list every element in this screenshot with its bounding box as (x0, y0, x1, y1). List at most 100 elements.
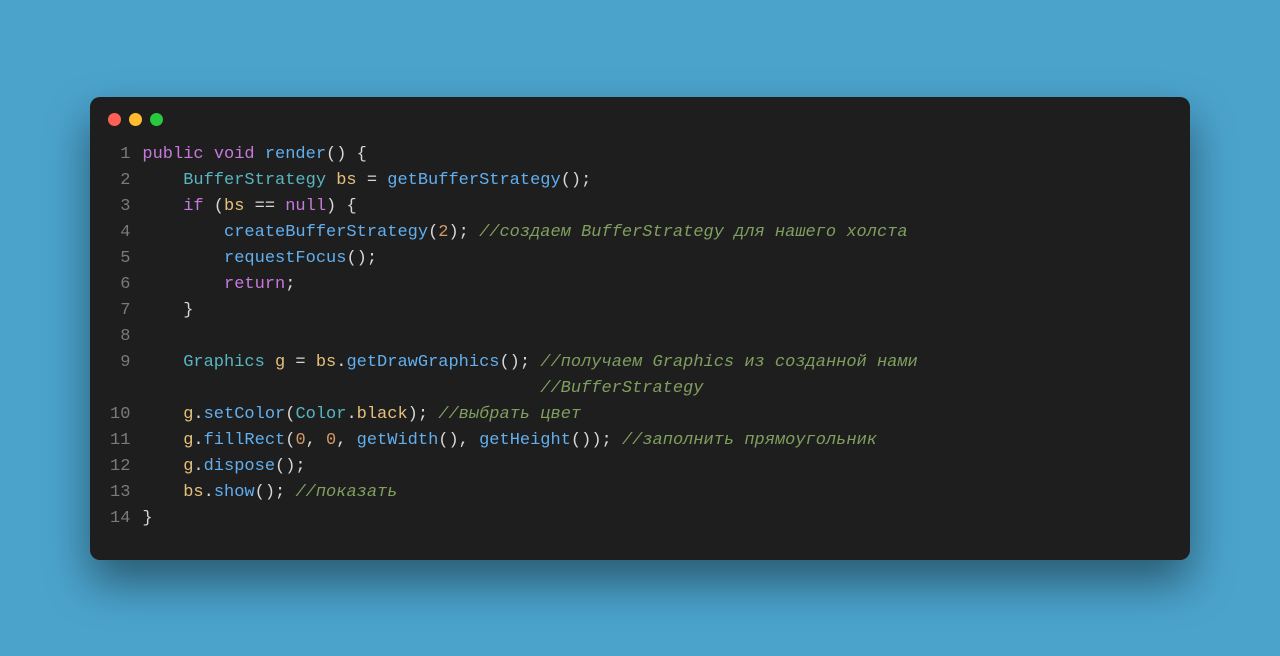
code-token: . (193, 431, 203, 450)
close-icon[interactable] (108, 113, 121, 126)
code-token: 0 (326, 431, 336, 450)
line-number: 12 (110, 454, 130, 480)
code-token: = (357, 171, 388, 190)
code-line: 6 return; (110, 272, 1170, 298)
code-token: ( (204, 197, 224, 216)
code-token: if (183, 197, 203, 216)
line-number: 4 (110, 220, 130, 246)
code-line: 2 BufferStrategy bs = getBufferStrategy(… (110, 168, 1170, 194)
code-token: 0 (295, 431, 305, 450)
code-token (142, 379, 540, 398)
code-token (142, 249, 224, 268)
code-token: (); (255, 483, 296, 502)
code-token: g (183, 405, 193, 424)
line-number: 9 (110, 350, 130, 376)
code-token: (); (346, 249, 377, 268)
code-token: public (142, 145, 203, 164)
code-token (142, 353, 183, 372)
code-token: . (193, 405, 203, 424)
code-token: ( (428, 223, 438, 242)
code-token: (); (561, 171, 592, 190)
code-token: getBufferStrategy (387, 171, 560, 190)
line-number: 7 (110, 298, 130, 324)
code-token: 2 (438, 223, 448, 242)
code-token: () { (326, 145, 367, 164)
code-token: return (224, 275, 285, 294)
code-token: Color (295, 405, 346, 424)
code-token (142, 431, 183, 450)
line-number: 5 (110, 246, 130, 272)
line-number: 14 (110, 506, 130, 532)
code-token: requestFocus (224, 249, 346, 268)
code-token: g (183, 431, 193, 450)
code-line: 1 public void render() { (110, 142, 1170, 168)
code-token: show (214, 483, 255, 502)
code-token: bs (224, 197, 244, 216)
code-line: 5 requestFocus(); (110, 246, 1170, 272)
code-token: ()); (571, 431, 622, 450)
code-token: g (183, 457, 193, 476)
code-token: } (142, 301, 193, 320)
code-token: //получаем Graphics из созданной нами (540, 353, 917, 372)
line-number: 8 (110, 324, 130, 350)
code-token: render (265, 145, 326, 164)
code-token: Graphics (183, 353, 265, 372)
code-token: (); (275, 457, 306, 476)
code-token: bs (316, 353, 336, 372)
code-token: //создаем BufferStrategy для нашего холс… (479, 223, 907, 242)
code-token: . (346, 405, 356, 424)
code-token: == (244, 197, 285, 216)
code-token: . (336, 353, 346, 372)
code-token (265, 353, 275, 372)
code-token: ) { (326, 197, 357, 216)
editor-window: 1public void render() {2 BufferStrategy … (90, 97, 1190, 560)
line-number: 3 (110, 194, 130, 220)
code-token (142, 405, 183, 424)
code-token: getDrawGraphics (346, 353, 499, 372)
code-token: . (204, 483, 214, 502)
code-token (142, 275, 224, 294)
code-line: 13 bs.show(); //показать (110, 480, 1170, 506)
code-token: //заполнить прямоугольник (622, 431, 877, 450)
code-token: ( (285, 431, 295, 450)
window-titlebar (90, 97, 1190, 136)
code-line: 4 createBufferStrategy(2); //создаем Buf… (110, 220, 1170, 246)
code-token (326, 171, 336, 190)
code-token: setColor (204, 405, 286, 424)
code-token: . (193, 457, 203, 476)
code-token: g (275, 353, 285, 372)
code-block: 1public void render() {2 BufferStrategy … (90, 136, 1190, 532)
line-number: 1 (110, 142, 130, 168)
code-token: = (285, 353, 316, 372)
line-number: 13 (110, 480, 130, 506)
code-token: ); (408, 405, 439, 424)
code-token: null (285, 197, 326, 216)
code-token: , (336, 431, 356, 450)
code-token: ); (448, 223, 479, 242)
code-token (142, 457, 183, 476)
code-token: } (142, 509, 152, 528)
code-token: black (357, 405, 408, 424)
code-token (142, 483, 183, 502)
line-number: 10 (110, 402, 130, 428)
code-line: 10 g.setColor(Color.black); //выбрать цв… (110, 402, 1170, 428)
code-line: 14} (110, 506, 1170, 532)
code-token: (); (499, 353, 540, 372)
code-token: createBufferStrategy (224, 223, 428, 242)
code-line: 9 Graphics g = bs.getDrawGraphics(); //п… (110, 350, 1170, 376)
minimize-icon[interactable] (129, 113, 142, 126)
code-line: 12 g.dispose(); (110, 454, 1170, 480)
code-token: getWidth (357, 431, 439, 450)
zoom-icon[interactable] (150, 113, 163, 126)
code-line: 7 } (110, 298, 1170, 324)
code-token (255, 145, 265, 164)
code-token (142, 171, 183, 190)
code-token: getHeight (479, 431, 571, 450)
code-token: dispose (204, 457, 275, 476)
code-token: void (214, 145, 255, 164)
code-token: bs (336, 171, 356, 190)
code-line: 3 if (bs == null) { (110, 194, 1170, 220)
code-token: fillRect (204, 431, 286, 450)
code-token: //показать (295, 483, 397, 502)
code-line: 11 g.fillRect(0, 0, getWidth(), getHeigh… (110, 428, 1170, 454)
